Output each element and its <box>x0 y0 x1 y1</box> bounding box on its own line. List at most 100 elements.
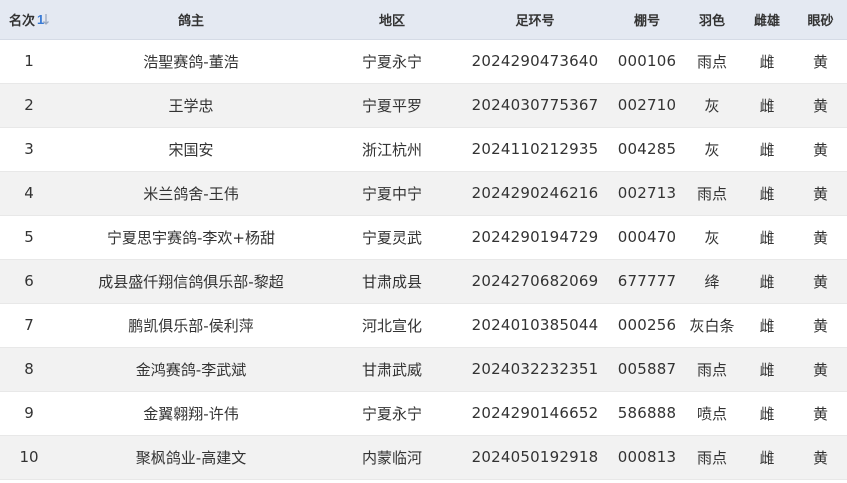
table-row: 7 鹏凯俱乐部-侯利萍 河北宣化 2024010385044 000256 灰白… <box>0 303 847 348</box>
sort-indicator: 1 <box>37 12 44 26</box>
cell-ring: 2024010385044 <box>460 303 610 348</box>
cell-owner: 浩聖赛鸽-董浩 <box>58 39 324 84</box>
cell-rank: 3 <box>0 127 58 172</box>
cell-shed: 586888 <box>610 391 684 436</box>
cell-color: 灰 <box>684 83 740 128</box>
cell-owner: 宋国安 <box>58 127 324 172</box>
cell-ring: 2024050192918 <box>460 435 610 480</box>
cell-rank: 5 <box>0 215 58 260</box>
table-row: 8 金鸿赛鸽-李武斌 甘肃武威 2024032232351 005887 雨点 … <box>0 347 847 392</box>
rank-sort-control[interactable]: 名次 1 <box>9 10 49 29</box>
cell-eye: 黄 <box>794 303 847 348</box>
table-row: 2 王学忠 宁夏平罗 2024030775367 002710 灰 雌 黄 <box>0 83 847 128</box>
cell-ring: 2024032232351 <box>460 347 610 392</box>
cell-sex: 雌 <box>740 127 794 172</box>
header-owner: 鸽主 <box>58 0 324 40</box>
results-table: 名次 1 鸽主 地区 足环号 棚号 羽色 雌雄 眼砂 1 浩聖赛鸽-董浩 宁夏永… <box>0 0 847 480</box>
table-row: 10 聚枫鸽业-高建文 内蒙临河 2024050192918 000813 雨点… <box>0 435 847 480</box>
cell-sex: 雌 <box>740 347 794 392</box>
table-row: 1 浩聖赛鸽-董浩 宁夏永宁 2024290473640 000106 雨点 雌… <box>0 39 847 84</box>
cell-owner: 王学忠 <box>58 83 324 128</box>
cell-sex: 雌 <box>740 303 794 348</box>
table-row: 6 成县盛仟翔信鸽俱乐部-黎超 甘肃成县 2024270682069 67777… <box>0 259 847 304</box>
sort-icon[interactable]: 1 <box>37 12 49 27</box>
cell-owner: 金翼翱翔-许伟 <box>58 391 324 436</box>
cell-sex: 雌 <box>740 39 794 84</box>
cell-color: 灰 <box>684 127 740 172</box>
cell-eye: 黄 <box>794 83 847 128</box>
cell-color: 雨点 <box>684 171 740 216</box>
cell-shed: 000106 <box>610 39 684 84</box>
cell-rank: 10 <box>0 435 58 480</box>
cell-eye: 黄 <box>794 259 847 304</box>
header-ring: 足环号 <box>460 0 610 40</box>
cell-owner: 宁夏思宇赛鸽-李欢+杨甜 <box>58 215 324 260</box>
cell-ring: 2024290473640 <box>460 39 610 84</box>
cell-region: 浙江杭州 <box>324 127 460 172</box>
cell-color: 灰白条 <box>684 303 740 348</box>
header-eye: 眼砂 <box>794 0 847 40</box>
cell-region: 宁夏永宁 <box>324 391 460 436</box>
cell-shed: 002713 <box>610 171 684 216</box>
cell-sex: 雌 <box>740 259 794 304</box>
cell-owner: 米兰鸽舍-王伟 <box>58 171 324 216</box>
cell-shed: 000813 <box>610 435 684 480</box>
cell-owner: 鹏凯俱乐部-侯利萍 <box>58 303 324 348</box>
cell-sex: 雌 <box>740 215 794 260</box>
table-row: 3 宋国安 浙江杭州 2024110212935 004285 灰 雌 黄 <box>0 127 847 172</box>
cell-owner: 聚枫鸽业-高建文 <box>58 435 324 480</box>
cell-region: 宁夏平罗 <box>324 83 460 128</box>
table-row: 9 金翼翱翔-许伟 宁夏永宁 2024290146652 586888 喷点 雌… <box>0 391 847 436</box>
cell-ring: 2024110212935 <box>460 127 610 172</box>
cell-ring: 2024290246216 <box>460 171 610 216</box>
cell-sex: 雌 <box>740 435 794 480</box>
cell-sex: 雌 <box>740 171 794 216</box>
cell-shed: 005887 <box>610 347 684 392</box>
cell-ring: 2024290146652 <box>460 391 610 436</box>
header-shed: 棚号 <box>610 0 684 40</box>
cell-sex: 雌 <box>740 83 794 128</box>
cell-region: 宁夏中宁 <box>324 171 460 216</box>
cell-shed: 000256 <box>610 303 684 348</box>
cell-ring: 2024030775367 <box>460 83 610 128</box>
cell-color: 雨点 <box>684 347 740 392</box>
cell-eye: 黄 <box>794 391 847 436</box>
header-rank[interactable]: 名次 1 <box>0 0 58 40</box>
cell-rank: 4 <box>0 171 58 216</box>
cell-region: 内蒙临河 <box>324 435 460 480</box>
cell-region: 宁夏永宁 <box>324 39 460 84</box>
cell-eye: 黄 <box>794 215 847 260</box>
cell-rank: 7 <box>0 303 58 348</box>
cell-shed: 004285 <box>610 127 684 172</box>
cell-rank: 2 <box>0 83 58 128</box>
cell-region: 河北宣化 <box>324 303 460 348</box>
cell-ring: 2024290194729 <box>460 215 610 260</box>
cell-owner: 金鸿赛鸽-李武斌 <box>58 347 324 392</box>
header-region: 地区 <box>324 0 460 40</box>
cell-shed: 677777 <box>610 259 684 304</box>
header-sex: 雌雄 <box>740 0 794 40</box>
table-row: 5 宁夏思宇赛鸽-李欢+杨甜 宁夏灵武 2024290194729 000470… <box>0 215 847 260</box>
cell-color: 绛 <box>684 259 740 304</box>
cell-eye: 黄 <box>794 171 847 216</box>
cell-color: 雨点 <box>684 39 740 84</box>
header-color: 羽色 <box>684 0 740 40</box>
table-header-row: 名次 1 鸽主 地区 足环号 棚号 羽色 雌雄 眼砂 <box>0 0 847 40</box>
cell-region: 甘肃成县 <box>324 259 460 304</box>
cell-eye: 黄 <box>794 435 847 480</box>
cell-shed: 002710 <box>610 83 684 128</box>
table-row: 4 米兰鸽舍-王伟 宁夏中宁 2024290246216 002713 雨点 雌… <box>0 171 847 216</box>
cell-region: 甘肃武威 <box>324 347 460 392</box>
cell-rank: 6 <box>0 259 58 304</box>
cell-owner: 成县盛仟翔信鸽俱乐部-黎超 <box>58 259 324 304</box>
cell-color: 灰 <box>684 215 740 260</box>
cell-rank: 9 <box>0 391 58 436</box>
cell-color: 喷点 <box>684 391 740 436</box>
cell-sex: 雌 <box>740 391 794 436</box>
cell-eye: 黄 <box>794 39 847 84</box>
cell-eye: 黄 <box>794 347 847 392</box>
cell-rank: 8 <box>0 347 58 392</box>
header-rank-label: 名次 <box>8 13 35 29</box>
cell-rank: 1 <box>0 39 58 84</box>
cell-color: 雨点 <box>684 435 740 480</box>
